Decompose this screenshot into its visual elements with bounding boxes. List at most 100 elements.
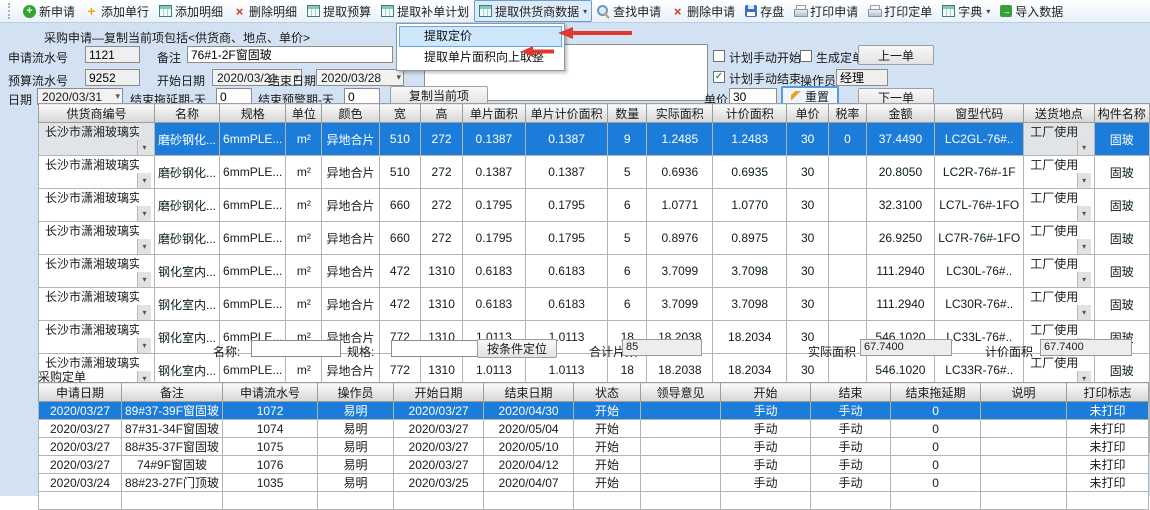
column-header[interactable]: 申请日期 <box>39 383 122 402</box>
cell[interactable]: 2020/04/12 <box>484 456 574 474</box>
cell[interactable]: 0 <box>891 402 981 420</box>
cell[interactable]: 5 <box>608 222 647 255</box>
add-row-button[interactable]: 添加单行 <box>80 0 154 22</box>
cell[interactable]: 未打印 <box>1067 420 1149 438</box>
cell[interactable]: m² <box>286 123 322 156</box>
cell[interactable]: 长沙市潇湘玻璃实...▾ <box>39 288 155 321</box>
cell[interactable]: 固玻 <box>1094 222 1149 255</box>
print-request-button[interactable]: 打印申请 <box>789 0 863 22</box>
cell[interactable]: 0.6936 <box>647 156 713 189</box>
column-header[interactable]: 名称 <box>155 104 220 123</box>
cell[interactable] <box>829 222 866 255</box>
cell[interactable]: 3.7099 <box>647 255 713 288</box>
cell[interactable] <box>641 474 721 492</box>
chevron-down-icon[interactable]: ▾ <box>396 72 401 83</box>
extract-supplier-data-button[interactable]: 提取供货商数据▾ <box>474 0 592 22</box>
cell[interactable]: 手动 <box>721 402 811 420</box>
cell[interactable]: 2020/03/27 <box>394 402 484 420</box>
cell[interactable]: 2020/05/10 <box>484 438 574 456</box>
cell[interactable]: 1310 <box>421 255 463 288</box>
cell[interactable]: 89#37-39F窗固玻 <box>122 402 223 420</box>
cell[interactable]: 2020/04/07 <box>484 474 574 492</box>
cell[interactable]: 30 <box>787 189 829 222</box>
chevron-down-icon[interactable]: ▾ <box>1077 305 1091 320</box>
table-row[interactable]: 长沙市潇湘玻璃实...▾磨砂钢化...6mmPLE...m²异地合片510272… <box>39 123 1150 156</box>
cell[interactable]: 1310 <box>421 288 463 321</box>
extract-budget-button[interactable]: 提取预算 <box>302 0 376 22</box>
cell[interactable]: 0.1795 <box>525 189 607 222</box>
cell[interactable]: 固玻 <box>1094 288 1149 321</box>
cell[interactable]: 30 <box>787 222 829 255</box>
cell[interactable]: 开始 <box>574 438 641 456</box>
cell[interactable]: 磨砂钢化... <box>155 222 220 255</box>
cell[interactable]: 1.0771 <box>647 189 713 222</box>
cell[interactable]: 111.2940 <box>866 288 935 321</box>
cell[interactable]: 0.8975 <box>713 222 787 255</box>
cell[interactable]: 长沙市潇湘玻璃实...▾ <box>39 156 155 189</box>
column-header[interactable]: 开始日期 <box>394 383 484 402</box>
locate-by-condition-button[interactable]: 按条件定位 <box>477 339 557 358</box>
table-row[interactable]: 长沙市潇湘玻璃实...▾磨砂钢化...6mmPLE...m²异地合片660272… <box>39 189 1150 222</box>
cell[interactable] <box>223 492 318 510</box>
cell[interactable]: 易明 <box>318 474 394 492</box>
cell[interactable]: 30 <box>787 255 829 288</box>
cell[interactable]: m² <box>286 189 322 222</box>
column-header[interactable]: 供货商编号 <box>39 104 155 123</box>
cell[interactable]: 1076 <box>223 456 318 474</box>
cell[interactable]: 472 <box>379 288 421 321</box>
cell[interactable]: 6 <box>608 288 647 321</box>
table-row[interactable]: 长沙市潇湘玻璃实...▾磨砂钢化...6mmPLE...m²异地合片510272… <box>39 156 1150 189</box>
cell[interactable]: 手动 <box>811 420 891 438</box>
cell[interactable]: 0 <box>829 123 866 156</box>
cell[interactable] <box>981 402 1067 420</box>
chevron-down-icon[interactable]: ▾ <box>1077 140 1091 155</box>
cell[interactable]: 32.3100 <box>866 189 935 222</box>
cell[interactable]: 1.2485 <box>647 123 713 156</box>
cell[interactable]: 固玻 <box>1094 123 1149 156</box>
column-header[interactable]: 结束日期 <box>484 383 574 402</box>
cell[interactable]: 磨砂钢化... <box>155 123 220 156</box>
column-header[interactable]: 开始 <box>721 383 811 402</box>
cell[interactable]: 手动 <box>811 456 891 474</box>
cell[interactable] <box>484 492 574 510</box>
cell[interactable]: 工厂使用▾ <box>1024 123 1094 156</box>
chevron-down-icon[interactable]: ▾ <box>137 272 151 287</box>
cell[interactable]: 272 <box>421 222 463 255</box>
cell[interactable] <box>318 492 394 510</box>
cell[interactable]: 手动 <box>721 438 811 456</box>
cell[interactable] <box>39 492 122 510</box>
cell[interactable]: 工厂使用▾ <box>1024 222 1094 255</box>
cell[interactable]: 开始 <box>574 402 641 420</box>
menu-item-extract-pricing[interactable]: 提取定价 <box>399 26 562 47</box>
column-header[interactable]: 领导意见 <box>641 383 721 402</box>
operator-input[interactable] <box>836 69 888 86</box>
cell[interactable]: 未打印 <box>1067 474 1149 492</box>
cell[interactable]: 2020/03/27 <box>394 456 484 474</box>
table-row[interactable]: 2020/03/2787#31-34F窗固玻1074易明2020/03/2720… <box>39 420 1149 438</box>
cell[interactable] <box>811 492 891 510</box>
import-data-button[interactable]: 导入数据 <box>995 0 1068 22</box>
cell[interactable]: 0.6183 <box>525 255 607 288</box>
cell[interactable]: 长沙市潇湘玻璃实...▾ <box>39 189 155 222</box>
chevron-down-icon[interactable]: ▾ <box>137 239 151 254</box>
table-row[interactable]: 2020/03/2788#35-37F窗固玻1075易明2020/03/2720… <box>39 438 1149 456</box>
remark-input[interactable] <box>187 46 393 63</box>
cell[interactable]: 0.6183 <box>462 288 525 321</box>
cell[interactable]: 3.7099 <box>647 288 713 321</box>
cell[interactable]: 6mmPLE... <box>220 255 286 288</box>
cell[interactable]: 开始 <box>574 474 641 492</box>
cell[interactable]: LC7R-76#-1FO <box>935 222 1024 255</box>
chevron-down-icon[interactable]: ▾ <box>137 206 151 221</box>
cell[interactable]: m² <box>286 288 322 321</box>
dictionary-button[interactable]: 字典▾ <box>937 0 995 22</box>
cell[interactable]: 手动 <box>811 402 891 420</box>
cell[interactable]: 异地合片 <box>322 222 379 255</box>
cell[interactable]: 固玻 <box>1094 255 1149 288</box>
column-header[interactable]: 送货地点 <box>1024 104 1094 123</box>
column-header[interactable]: 单片面积 <box>462 104 525 123</box>
cell[interactable]: 开始 <box>574 420 641 438</box>
delete-request-button[interactable]: 删除申请 <box>666 0 740 22</box>
cell[interactable]: 2020/03/25 <box>394 474 484 492</box>
cell[interactable]: 2020/03/27 <box>39 438 122 456</box>
generate-order-checkbox[interactable] <box>800 50 812 62</box>
